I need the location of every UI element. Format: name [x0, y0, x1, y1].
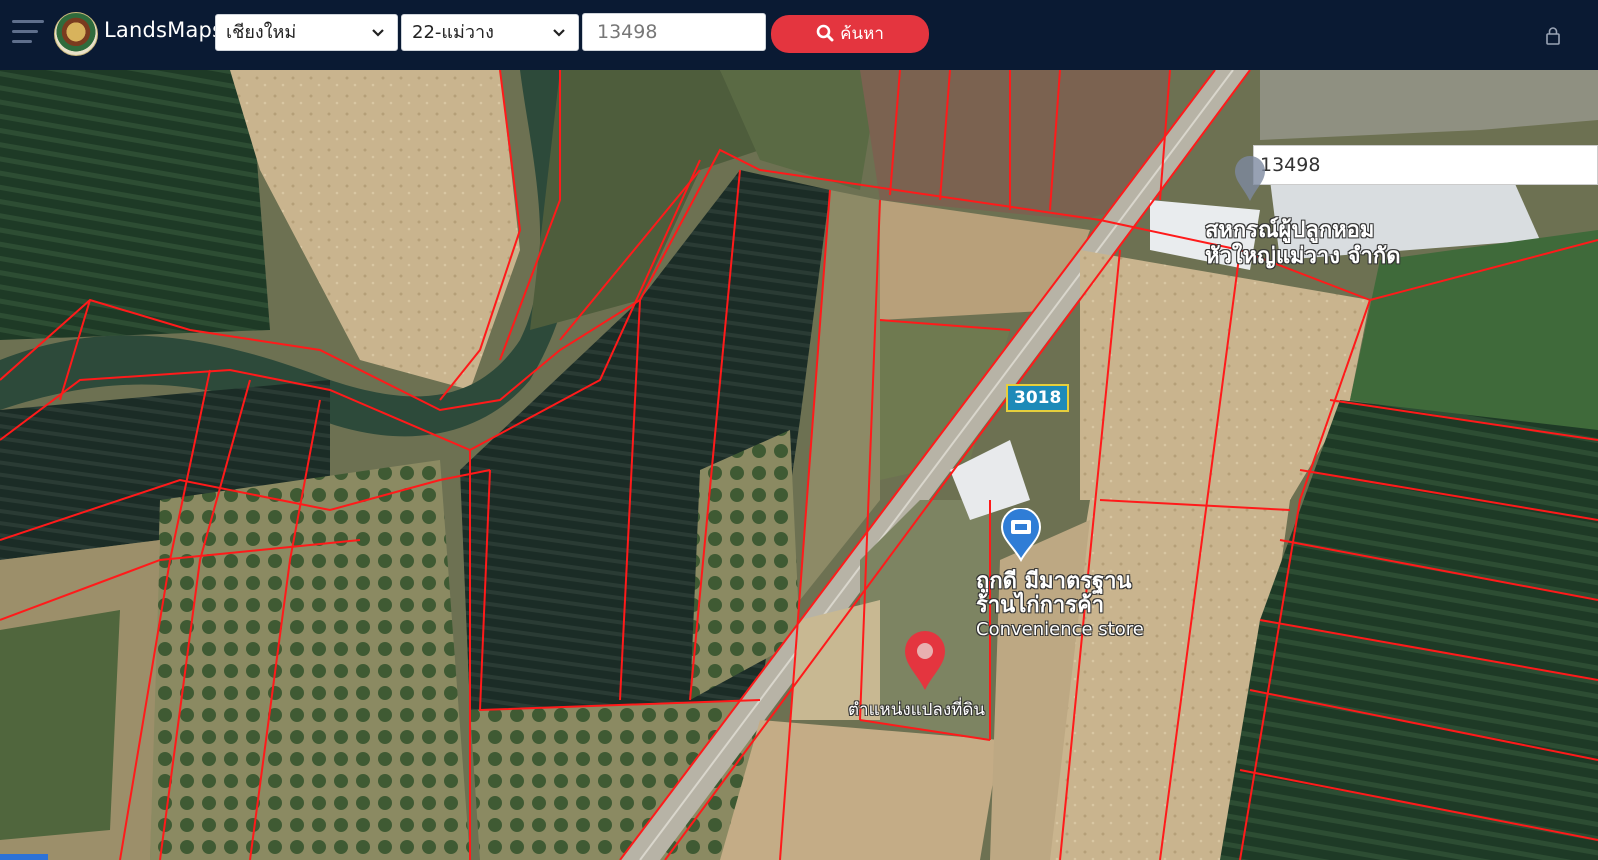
search-button[interactable]: ค้นหา: [771, 15, 929, 53]
map-pin-icon[interactable]: [1233, 155, 1267, 203]
poi-store-line2: ร้านไก่การค้า: [976, 593, 1105, 618]
satellite-map[interactable]: 13498 3018 สหกรณ์ผู้ปลูกหอม หัวใหญ่แม่วา…: [0, 70, 1598, 860]
map-search-box[interactable]: 13498: [1253, 145, 1598, 185]
store-pin-icon[interactable]: [1000, 508, 1042, 562]
poi-cooperative-line1: สหกรณ์ผู้ปลูกหอม: [1205, 218, 1375, 243]
lock-icon[interactable]: [1545, 26, 1561, 46]
search-icon: [816, 24, 834, 42]
district-value: 22-แม่วาง: [412, 22, 494, 43]
province-value: เชียงใหม่: [226, 22, 297, 43]
province-select[interactable]: เชียงใหม่: [215, 14, 398, 51]
parcel-number-input[interactable]: 13498: [582, 13, 766, 51]
parcel-marker-label: ตำแหน่งแปลงที่ดิน: [848, 700, 986, 720]
department-logo: [54, 12, 98, 56]
brand-name: LandsMaps: [104, 18, 224, 42]
menu-icon[interactable]: [12, 20, 44, 46]
poi-cooperative-label: สหกรณ์ผู้ปลูกหอม หัวใหญ่แม่วาง จำกัด: [1205, 218, 1401, 270]
satellite-imagery: [0, 70, 1598, 860]
search-button-label: ค้นหา: [840, 24, 884, 44]
poi-cooperative-line2: หัวใหญ่แม่วาง จำกัด: [1205, 244, 1401, 269]
road-number-sign: 3018: [1006, 384, 1070, 412]
poi-store-label: ถูกดี มีมาตรฐาน ร้านไก่การค้า Convenienc…: [976, 570, 1144, 642]
poi-store-line1: ถูกดี มีมาตรฐาน: [976, 569, 1132, 594]
map-attribution-tab[interactable]: [0, 854, 48, 860]
parcel-marker-icon[interactable]: [903, 630, 947, 692]
top-bar: LandsMaps เชียงใหม่ 22-แม่วาง 13498 ค้นห…: [0, 0, 1598, 70]
chevron-down-icon: [553, 29, 565, 37]
district-select[interactable]: 22-แม่วาง: [401, 14, 579, 51]
chevron-down-icon: [372, 29, 384, 37]
poi-store-type: Convenience store: [976, 619, 1144, 640]
